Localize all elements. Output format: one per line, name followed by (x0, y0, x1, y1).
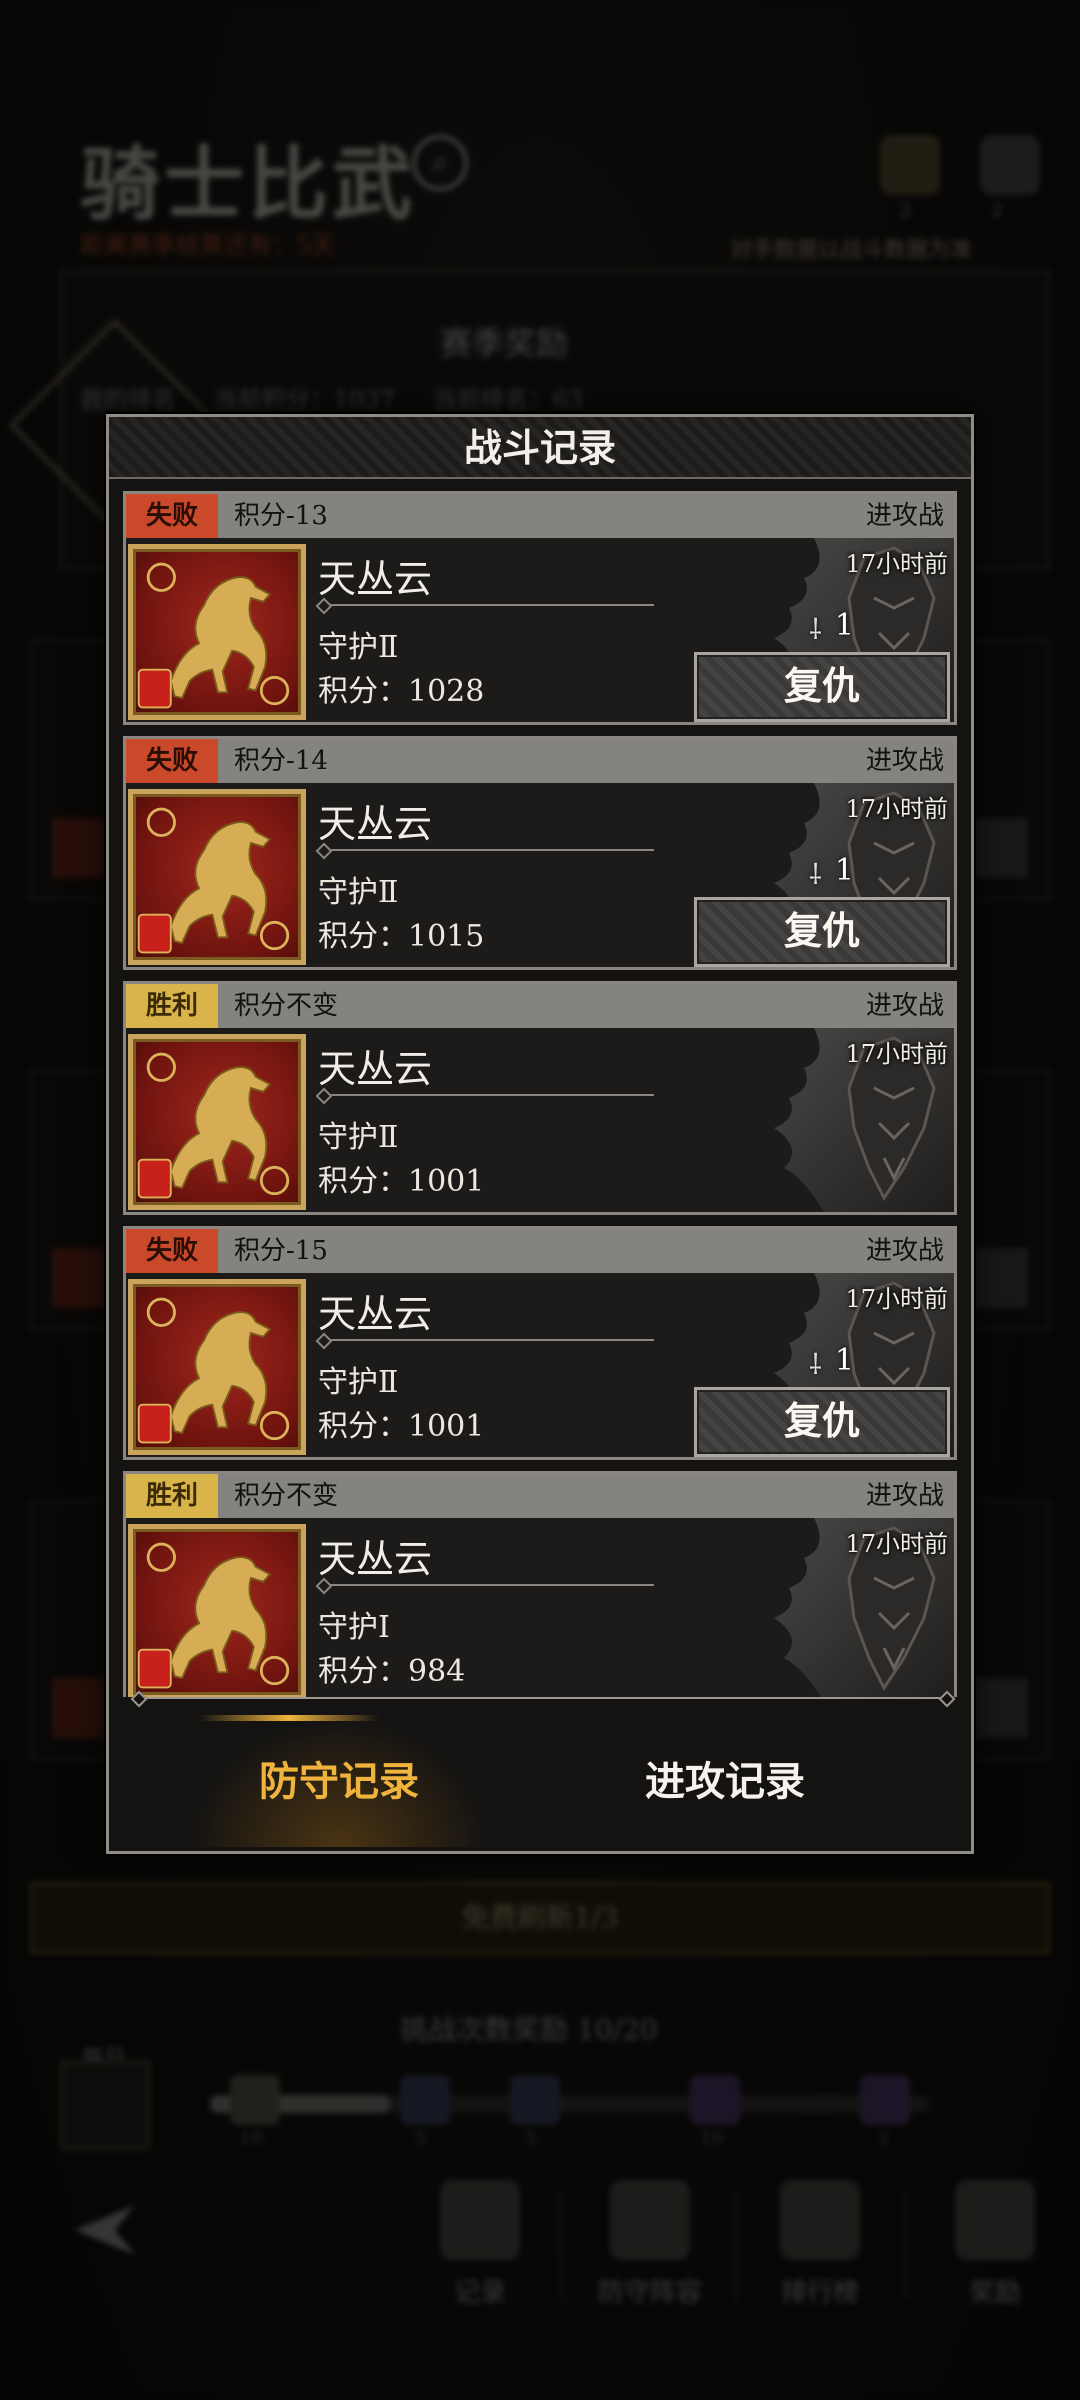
record-time: 17小时前 (845, 1285, 948, 1313)
result-badge: 失败 (126, 494, 218, 538)
battle-type: 进攻战 (865, 1236, 944, 1266)
opponent-points: 积分：1028 (318, 674, 485, 709)
result-badge: 失败 (126, 739, 218, 783)
opponent-rank: 守护Ⅱ (318, 1120, 399, 1155)
record-time: 17小时前 (845, 795, 948, 823)
opponent-rank: 守护Ⅱ (318, 875, 399, 910)
battle-type: 进攻战 (865, 746, 944, 776)
opponent-rank: 守护Ⅰ (318, 1610, 390, 1645)
revenge-button[interactable]: 复仇 (694, 1387, 950, 1457)
horse-avatar-icon (128, 544, 306, 720)
record-list[interactable]: 失败 积分-13 进攻战 天丛云 守护Ⅱ 积分：1028 17小时前 ⸸ 1 复… (123, 491, 957, 1697)
battle-record: 失败 积分-14 进攻战 天丛云 守护Ⅱ 积分：1015 17小时前 ⸸ 1 复… (123, 736, 957, 970)
battle-record: 胜利 积分不变 进攻战 天丛云 守护Ⅱ 积分：1001 17小时前 (123, 981, 957, 1215)
horse-avatar-icon (128, 789, 306, 965)
score-change: 积分-15 (234, 1236, 328, 1266)
opponent-name: 天丛云 (318, 1537, 433, 1581)
dialog-header: 战斗记录 (109, 417, 971, 479)
record-time: 17小时前 (845, 1040, 948, 1068)
horse-avatar-icon (128, 1279, 306, 1455)
opponent-points: 积分：1001 (318, 1409, 485, 1444)
name-divider (318, 1094, 654, 1096)
opponent-rank: 守护Ⅱ (318, 1365, 399, 1400)
name-divider (318, 849, 654, 851)
record-time: 17小时前 (845, 550, 948, 578)
record-header: 失败 积分-15 进攻战 (126, 1229, 954, 1273)
opponent-points: 积分：984 (318, 1654, 466, 1689)
challenge-count: 1 (834, 608, 854, 643)
horse-avatar-icon (128, 1524, 306, 1697)
record-header: 失败 积分-13 进攻战 (126, 494, 954, 538)
result-badge: 胜利 (126, 1474, 218, 1518)
opponent-name: 天丛云 (318, 1292, 433, 1336)
score-change: 积分-13 (234, 501, 328, 531)
battle-record-dialog: 战斗记录 失败 积分-13 进攻战 天丛云 守护Ⅱ 积分：1028 17小时前 … (106, 414, 974, 1854)
opponent-points: 积分：1015 (318, 919, 485, 954)
result-badge: 失败 (126, 1229, 218, 1273)
record-time: 17小时前 (845, 1530, 948, 1558)
tab-attack-records[interactable]: 进攻记录 (575, 1717, 875, 1847)
score-change: 积分不变 (234, 991, 339, 1021)
battle-type: 进攻战 (865, 1481, 944, 1511)
sword-icon: ⸸ (808, 858, 822, 891)
score-change: 积分-14 (234, 746, 328, 776)
opponent-name: 天丛云 (318, 1047, 433, 1091)
record-header: 失败 积分-14 进攻战 (126, 739, 954, 783)
dialog-title: 战斗记录 (463, 425, 616, 470)
opponent-name: 天丛云 (318, 802, 433, 846)
name-divider (318, 1584, 654, 1586)
name-divider (318, 1339, 654, 1341)
battle-type: 进攻战 (865, 501, 944, 531)
name-divider (318, 604, 654, 606)
tab-defense-records[interactable]: 防守记录 (189, 1715, 489, 1847)
battle-type: 进攻战 (865, 991, 944, 1021)
challenge-count: 1 (834, 1343, 854, 1378)
revenge-button[interactable]: 复仇 (694, 897, 950, 967)
opponent-points: 积分：1001 (318, 1164, 485, 1199)
record-header: 胜利 积分不变 进攻战 (126, 1474, 954, 1518)
sword-icon: ⸸ (808, 1348, 822, 1381)
record-header: 胜利 积分不变 进攻战 (126, 984, 954, 1028)
list-divider (139, 1697, 947, 1699)
opponent-rank: 守护Ⅱ (318, 630, 399, 665)
revenge-button[interactable]: 复仇 (694, 652, 950, 722)
challenge-count: 1 (834, 853, 854, 888)
opponent-name: 天丛云 (318, 557, 433, 601)
result-badge: 胜利 (126, 984, 218, 1028)
battle-record: 失败 积分-13 进攻战 天丛云 守护Ⅱ 积分：1028 17小时前 ⸸ 1 复… (123, 491, 957, 725)
sword-icon: ⸸ (808, 613, 822, 646)
horse-avatar-icon (128, 1034, 306, 1210)
battle-record: 胜利 积分不变 进攻战 天丛云 守护Ⅰ 积分：984 17小时前 (123, 1471, 957, 1697)
battle-record: 失败 积分-15 进攻战 天丛云 守护Ⅱ 积分：1001 17小时前 ⸸ 1 复… (123, 1226, 957, 1460)
score-change: 积分不变 (234, 1481, 339, 1511)
